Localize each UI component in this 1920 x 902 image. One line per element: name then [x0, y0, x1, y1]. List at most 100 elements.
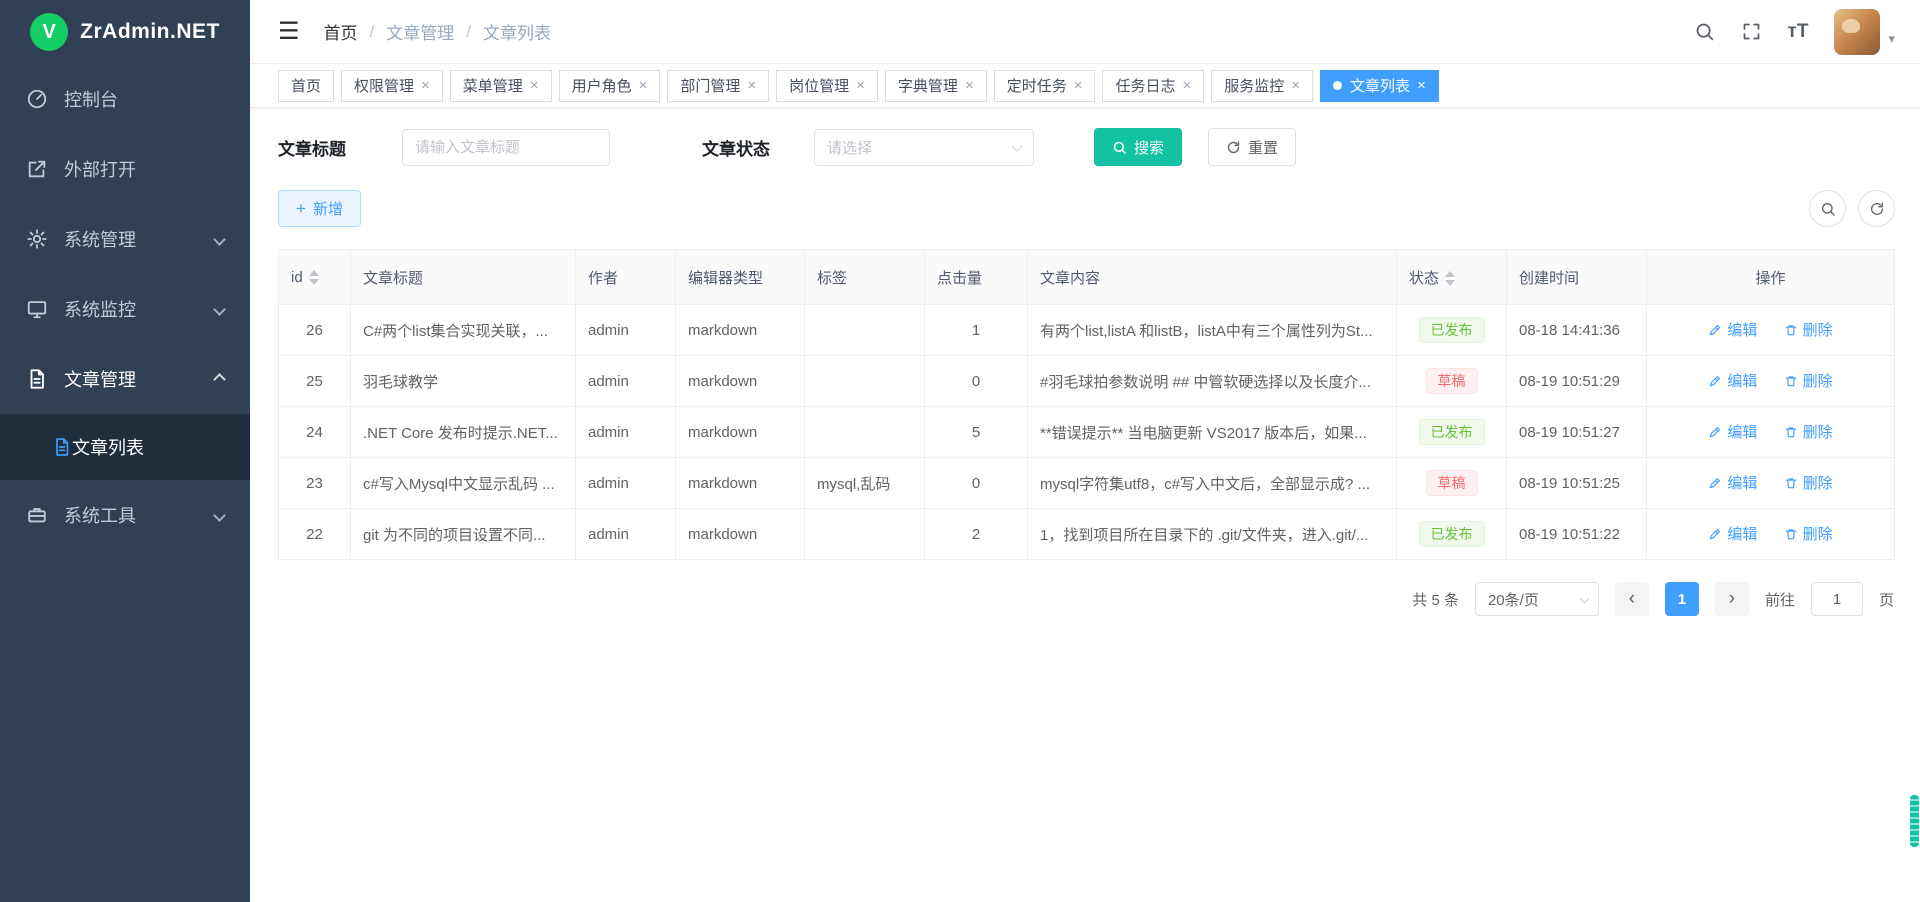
articles-table: id 文章标题 作者 编辑器类型 标签 点击量 文章内容 状态 创建时间 操作 … — [278, 249, 1895, 560]
breadcrumb-separator: / — [466, 22, 471, 42]
tab-article-list[interactable]: 文章列表× — [1320, 70, 1439, 102]
cell-title: .NET Core 发布时提示.NET... — [351, 407, 576, 458]
breadcrumb-item-article-list[interactable]: 文章列表 — [483, 19, 551, 44]
column-header-id[interactable]: id — [279, 250, 351, 305]
pencil-icon — [1708, 425, 1722, 439]
delete-button[interactable]: 删除 — [1784, 421, 1833, 442]
sidebar-item-system-monitor[interactable]: 系统监控 — [0, 274, 250, 344]
search-icon — [1112, 140, 1127, 155]
sort-icon[interactable] — [309, 270, 319, 285]
article-title-input[interactable] — [402, 129, 610, 166]
article-status-select[interactable]: 请选择 — [814, 129, 1034, 166]
cell-content: #羽毛球拍参数说明 ## 中管软硬选择以及长度介... — [1028, 356, 1397, 407]
chevron-down-icon — [1580, 593, 1590, 603]
prev-page-button[interactable]: ‹ — [1615, 582, 1649, 616]
cell-ops: 编辑 删除 — [1647, 458, 1895, 509]
delete-button[interactable]: 删除 — [1784, 319, 1833, 340]
toggle-search-button[interactable] — [1809, 190, 1846, 227]
close-icon[interactable]: × — [530, 78, 539, 93]
delete-button[interactable]: 删除 — [1784, 523, 1833, 544]
trash-icon — [1784, 323, 1798, 337]
edit-button[interactable]: 编辑 — [1708, 523, 1757, 544]
page-1-button[interactable]: 1 — [1665, 582, 1699, 616]
sidebar-item-label: 外部打开 — [64, 156, 136, 182]
fullscreen-icon[interactable] — [1741, 21, 1762, 42]
breadcrumb-item-home[interactable]: 首页 — [324, 19, 358, 44]
close-icon[interactable]: × — [421, 78, 430, 93]
table-row: 22 git 为不同的项目设置不同... admin markdown 2 1，… — [279, 509, 1895, 560]
edit-button[interactable]: 编辑 — [1708, 370, 1757, 391]
column-header-author: 作者 — [576, 250, 676, 305]
edit-button[interactable]: 编辑 — [1708, 472, 1757, 493]
search-button[interactable]: 搜索 — [1094, 128, 1182, 166]
sort-icon[interactable] — [1445, 271, 1455, 286]
tab-permission-management[interactable]: 权限管理× — [341, 70, 443, 102]
tab-task-log[interactable]: 任务日志× — [1102, 70, 1204, 102]
cell-editor: markdown — [676, 509, 805, 560]
cell-title: C#两个list集合实现关联，... — [351, 305, 576, 356]
tab-dict-management[interactable]: 字典管理× — [885, 70, 987, 102]
reset-button[interactable]: 重置 — [1208, 128, 1296, 166]
sidebar-item-external-open[interactable]: 外部打开 — [0, 134, 250, 204]
close-icon[interactable]: × — [639, 78, 648, 93]
delete-button[interactable]: 删除 — [1784, 472, 1833, 493]
scrollbar-thumb[interactable] — [1910, 795, 1919, 847]
avatar[interactable] — [1834, 9, 1880, 55]
sidebar-item-system-tools[interactable]: 系统工具 — [0, 480, 250, 550]
sidebar-item-article-management[interactable]: 文章管理 — [0, 344, 250, 414]
column-header-title: 文章标题 — [351, 250, 576, 305]
close-icon[interactable]: × — [965, 78, 974, 93]
close-icon[interactable]: × — [1291, 78, 1300, 93]
sidebar-item-article-list[interactable]: 文章列表 — [0, 414, 250, 480]
cell-hits: 0 — [925, 458, 1028, 509]
topbar: ☰ 首页 / 文章管理 / 文章列表 тT ▾ — [250, 0, 1920, 64]
sidebar-item-dashboard[interactable]: 控制台 — [0, 64, 250, 134]
text-size-icon[interactable]: тT — [1788, 21, 1809, 43]
pagination-total: 共 5 条 — [1412, 589, 1459, 610]
vertical-scrollbar[interactable] — [1910, 0, 1919, 902]
close-icon[interactable]: × — [856, 78, 865, 93]
collapse-sidebar-icon[interactable]: ☰ — [278, 20, 300, 44]
table-row: 24 .NET Core 发布时提示.NET... admin markdown… — [279, 407, 1895, 458]
tab-user-role[interactable]: 用户角色× — [559, 70, 661, 102]
pencil-icon — [1708, 476, 1722, 490]
next-page-button[interactable]: › — [1715, 582, 1749, 616]
close-icon[interactable]: × — [747, 78, 756, 93]
close-icon[interactable]: × — [1074, 78, 1083, 93]
tab-post-management[interactable]: 岗位管理× — [776, 70, 878, 102]
search-icon[interactable] — [1694, 21, 1715, 42]
pencil-icon — [1708, 323, 1722, 337]
column-header-content: 文章内容 — [1028, 250, 1397, 305]
sidebar-item-label: 文章管理 — [64, 366, 136, 392]
sidebar-item-system-management[interactable]: 系统管理 — [0, 204, 250, 274]
tab-home[interactable]: 首页 — [278, 70, 334, 102]
edit-button[interactable]: 编辑 — [1708, 421, 1757, 442]
tab-scheduled-task[interactable]: 定时任务× — [994, 70, 1096, 102]
cell-status: 已发布 — [1397, 509, 1507, 560]
close-icon[interactable]: × — [1183, 78, 1192, 93]
refresh-table-button[interactable] — [1858, 190, 1895, 227]
status-badge: 草稿 — [1426, 470, 1478, 497]
breadcrumb-separator: / — [370, 22, 375, 42]
cell-status: 已发布 — [1397, 407, 1507, 458]
add-button[interactable]: + 新增 — [278, 190, 361, 227]
delete-button[interactable]: 删除 — [1784, 370, 1833, 391]
close-icon[interactable]: × — [1417, 78, 1426, 93]
column-header-created: 创建时间 — [1507, 250, 1647, 305]
cell-title: c#写入Mysql中文显示乱码 ... — [351, 458, 576, 509]
pencil-icon — [1708, 374, 1722, 388]
chevron-down-icon — [213, 233, 226, 246]
avatar-dropdown-caret-icon[interactable]: ▾ — [1888, 31, 1895, 47]
cell-author: admin — [576, 509, 676, 560]
column-header-status[interactable]: 状态 — [1397, 250, 1507, 305]
tab-department-management[interactable]: 部门管理× — [667, 70, 769, 102]
edit-button[interactable]: 编辑 — [1708, 319, 1757, 340]
page-size-select[interactable]: 20条/页 — [1475, 582, 1599, 616]
trash-icon — [1784, 425, 1798, 439]
goto-page-input[interactable] — [1811, 582, 1863, 616]
tab-menu-management[interactable]: 菜单管理× — [450, 70, 552, 102]
tab-service-monitor[interactable]: 服务监控× — [1211, 70, 1313, 102]
cell-created: 08-19 10:51:22 — [1507, 509, 1647, 560]
breadcrumb-item-article-management[interactable]: 文章管理 — [386, 19, 454, 44]
cell-ops: 编辑 删除 — [1647, 305, 1895, 356]
